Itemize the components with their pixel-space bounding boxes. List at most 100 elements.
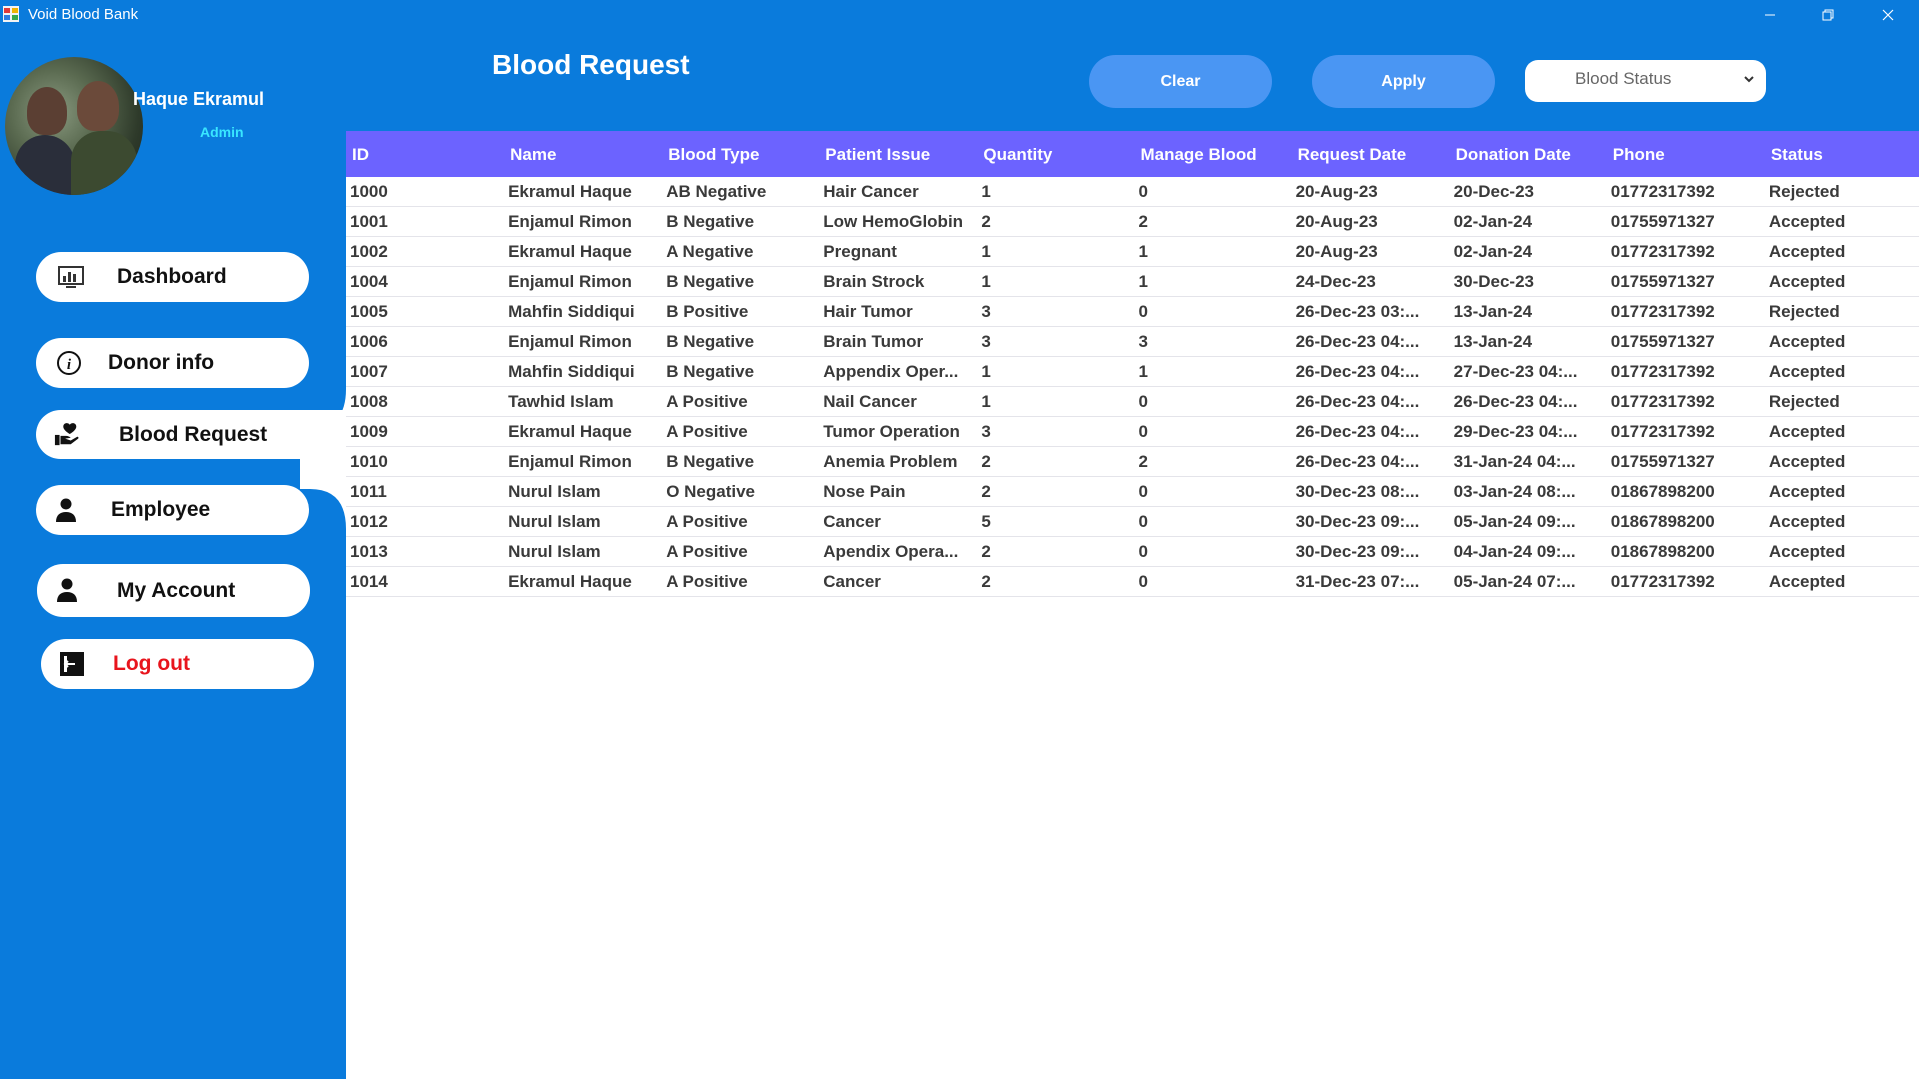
table-cell[interactable]: B Negative xyxy=(662,326,820,357)
table-cell[interactable]: 30-Dec-23 xyxy=(1449,266,1607,297)
table-cell[interactable]: 0 xyxy=(1134,506,1292,537)
table-cell[interactable]: 1006 xyxy=(346,326,505,357)
table-cell[interactable]: Rejected xyxy=(1764,296,1919,327)
table-cell[interactable]: 1005 xyxy=(346,296,505,327)
table-cell[interactable]: Nail Cancer xyxy=(819,386,978,417)
table-cell[interactable]: 1013 xyxy=(346,536,505,567)
table-cell[interactable]: 2 xyxy=(1134,206,1292,237)
table-cell[interactable]: Mahfin Siddiqui xyxy=(504,296,663,327)
table-cell[interactable]: 2 xyxy=(977,476,1135,507)
table-cell[interactable]: Nurul Islam xyxy=(504,536,663,567)
table-cell[interactable]: Nurul Islam xyxy=(504,506,663,537)
table-row[interactable]: 1012 Nurul Islam A Positive Cancer 5 0 30-Dec-… xyxy=(346,506,1919,537)
table-cell[interactable]: 01755971327 xyxy=(1606,446,1765,477)
table-cell[interactable]: B Negative xyxy=(662,356,820,387)
table-cell[interactable]: Low HemoGlobin xyxy=(819,206,978,237)
table-cell[interactable]: Nurul Islam xyxy=(504,476,663,507)
table-row[interactable]: 1000 Ekramul Haque AB Negative Hair Cancer 1… xyxy=(346,177,1919,207)
table-cell[interactable]: Accepted xyxy=(1764,326,1919,357)
table-cell[interactable]: 20-Aug-23 xyxy=(1291,206,1450,237)
table-cell[interactable]: Accepted xyxy=(1764,566,1919,597)
table-cell[interactable]: 0 xyxy=(1134,416,1292,447)
table-cell[interactable]: 31-Dec-23 07:... xyxy=(1291,566,1450,597)
blood-status-select[interactable]: Blood Status xyxy=(1525,60,1766,102)
table-cell[interactable]: A Positive xyxy=(662,566,820,597)
table-cell[interactable]: 01772317392 xyxy=(1606,416,1765,447)
table-row[interactable]: 1005 Mahfin Siddiqui B Positive Hair Tumor 3… xyxy=(346,296,1919,327)
column-header[interactable]: Name xyxy=(504,131,662,177)
table-cell[interactable]: Rejected xyxy=(1764,386,1919,417)
table-cell[interactable]: 1002 xyxy=(346,236,505,267)
nav-donor-info[interactable]: i Donor info xyxy=(36,338,309,388)
table-cell[interactable]: 0 xyxy=(1134,536,1292,567)
table-cell[interactable]: Accepted xyxy=(1764,506,1919,537)
table-cell[interactable]: Brain Tumor xyxy=(819,326,978,357)
table-cell[interactable]: Cancer xyxy=(819,506,978,537)
column-header[interactable]: ID xyxy=(346,131,504,177)
table-cell[interactable]: Hair Cancer xyxy=(819,177,978,207)
table-cell[interactable]: Ekramul Haque xyxy=(504,177,663,207)
table-cell[interactable]: Ekramul Haque xyxy=(504,236,663,267)
table-cell[interactable]: 30-Dec-23 08:... xyxy=(1291,476,1450,507)
table-cell[interactable]: 01772317392 xyxy=(1606,386,1765,417)
table-cell[interactable]: Rejected xyxy=(1764,177,1919,207)
table-cell[interactable]: Pregnant xyxy=(819,236,978,267)
table-cell[interactable]: 0 xyxy=(1134,177,1292,207)
table-cell[interactable]: 26-Dec-23 03:... xyxy=(1291,296,1450,327)
table-cell[interactable]: Enjamul Rimon xyxy=(504,206,663,237)
column-header[interactable]: Donation Date xyxy=(1450,131,1607,177)
table-cell[interactable]: Nose Pain xyxy=(819,476,978,507)
table-cell[interactable]: 3 xyxy=(1134,326,1292,357)
table-cell[interactable]: 03-Jan-24 08:... xyxy=(1449,476,1607,507)
table-cell[interactable]: 01755971327 xyxy=(1606,266,1765,297)
table-cell[interactable]: 5 xyxy=(977,506,1135,537)
table-cell[interactable]: B Negative xyxy=(662,266,820,297)
table-cell[interactable]: 2 xyxy=(977,446,1135,477)
table-cell[interactable]: 2 xyxy=(977,206,1135,237)
table-cell[interactable]: Enjamul Rimon xyxy=(504,266,663,297)
table-cell[interactable]: 02-Jan-24 xyxy=(1449,206,1607,237)
table-cell[interactable]: 2 xyxy=(977,566,1135,597)
table-cell[interactable]: B Positive xyxy=(662,296,820,327)
table-cell[interactable]: 01867898200 xyxy=(1606,506,1765,537)
table-row[interactable]: 1004 Enjamul Rimon B Negative Brain Strock 1… xyxy=(346,266,1919,297)
table-row[interactable]: 1013 Nurul Islam A Positive Apendix Opera..… xyxy=(346,536,1919,567)
column-header[interactable]: Quantity xyxy=(977,131,1134,177)
table-row[interactable]: 1002 Ekramul Haque A Negative Pregnant 1 1 20-… xyxy=(346,236,1919,267)
table-cell[interactable]: 26-Dec-23 04:... xyxy=(1291,326,1450,357)
table-cell[interactable]: 26-Dec-23 04:... xyxy=(1449,386,1607,417)
table-row[interactable]: 1010 Enjamul Rimon B Negative Anemia Proble… xyxy=(346,446,1919,477)
table-cell[interactable]: Enjamul Rimon xyxy=(504,326,663,357)
table-cell[interactable]: 1 xyxy=(1134,266,1292,297)
table-cell[interactable]: 27-Dec-23 04:... xyxy=(1449,356,1607,387)
table-cell[interactable]: AB Negative xyxy=(662,177,820,207)
table-cell[interactable]: 26-Dec-23 04:... xyxy=(1291,356,1450,387)
table-cell[interactable]: 29-Dec-23 04:... xyxy=(1449,416,1607,447)
table-cell[interactable]: B Negative xyxy=(662,206,820,237)
nav-employee[interactable]: Employee xyxy=(36,485,309,535)
table-row[interactable]: 1006 Enjamul Rimon B Negative Brain Tumor 3 3… xyxy=(346,326,1919,357)
table-cell[interactable]: Accepted xyxy=(1764,206,1919,237)
table-cell[interactable]: Tumor Operation xyxy=(819,416,978,447)
table-cell[interactable]: 1 xyxy=(1134,356,1292,387)
table-cell[interactable]: 1004 xyxy=(346,266,505,297)
table-cell[interactable]: Enjamul Rimon xyxy=(504,446,663,477)
table-cell[interactable]: Ekramul Haque xyxy=(504,416,663,447)
table-cell[interactable]: 1 xyxy=(977,356,1135,387)
column-header[interactable]: Status xyxy=(1765,131,1919,177)
table-cell[interactable]: Accepted xyxy=(1764,476,1919,507)
table-cell[interactable]: 05-Jan-24 07:... xyxy=(1449,566,1607,597)
table-cell[interactable]: 01867898200 xyxy=(1606,536,1765,567)
table-cell[interactable]: 31-Jan-24 04:... xyxy=(1449,446,1607,477)
table-cell[interactable]: 01772317392 xyxy=(1606,356,1765,387)
column-header[interactable]: Patient Issue xyxy=(819,131,977,177)
table-cell[interactable]: 01772317392 xyxy=(1606,236,1765,267)
table-cell[interactable]: Cancer xyxy=(819,566,978,597)
table-cell[interactable]: 1 xyxy=(977,266,1135,297)
table-cell[interactable]: A Negative xyxy=(662,236,820,267)
table-row[interactable]: 1007 Mahfin Siddiqui B Negative Appendix Op… xyxy=(346,356,1919,387)
table-cell[interactable]: 3 xyxy=(977,326,1135,357)
table-row[interactable]: 1008 Tawhid Islam A Positive Nail Cancer 1 0 2… xyxy=(346,386,1919,417)
column-header[interactable]: Blood Type xyxy=(662,131,819,177)
nav-blood-request[interactable]: Blood Request xyxy=(36,410,346,459)
